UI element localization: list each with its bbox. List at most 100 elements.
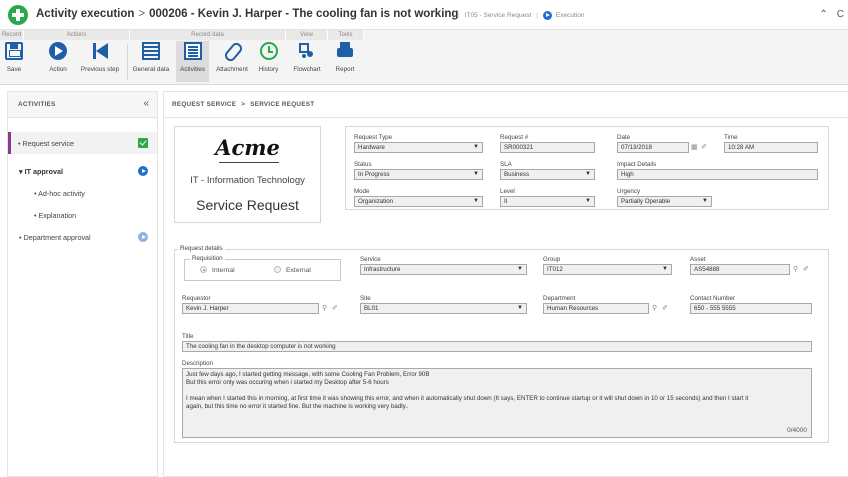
activities-panel: ACTIVITIES « • Request service ▾ IT appr… bbox=[7, 91, 158, 477]
group-select[interactable]: IT012 bbox=[543, 264, 672, 275]
sla-label: SLA bbox=[500, 161, 512, 168]
contact-number-input[interactable]: 650 - 555 5555 bbox=[690, 303, 812, 314]
collapse-up-icon[interactable]: ⌃ bbox=[819, 9, 827, 20]
requestor-input[interactable]: Kevin J. Harper bbox=[182, 303, 319, 314]
report-button[interactable]: Report bbox=[331, 42, 359, 73]
status-select[interactable]: In Progress bbox=[354, 169, 483, 180]
title-input[interactable]: The cooling fan in the desktop computer … bbox=[182, 341, 812, 352]
site-select[interactable]: BL01 bbox=[360, 303, 527, 314]
description-textarea[interactable]: Just few days ago, I started getting mes… bbox=[182, 368, 812, 438]
impact-details-field: Impact Details High bbox=[617, 161, 818, 180]
asset-edit-icon[interactable]: ✐ bbox=[803, 265, 809, 273]
level-select[interactable]: II bbox=[500, 196, 595, 207]
activity-label: • Request service bbox=[18, 139, 75, 148]
description-line: again, but this time no error it started… bbox=[186, 403, 409, 410]
description-line: Just few days ago, I started getting mes… bbox=[186, 371, 430, 378]
department-input[interactable]: Human Resources bbox=[543, 303, 649, 314]
request-type-field: Request Type Hardware bbox=[354, 134, 483, 153]
flowchart-button[interactable]: Flowchart bbox=[289, 42, 325, 73]
process-name: IT05 - Service Request bbox=[464, 12, 532, 19]
activity-label: ▾ IT approval bbox=[19, 167, 63, 176]
sla-field: SLA Business bbox=[500, 161, 595, 180]
requestor-field: Requestor Kevin J. Harper bbox=[182, 295, 319, 314]
impact-details-input[interactable]: High bbox=[617, 169, 818, 180]
site-label: Site bbox=[360, 295, 371, 302]
attachment-icon bbox=[223, 42, 241, 60]
date-input[interactable]: 07/13/2018 bbox=[617, 142, 689, 153]
report-icon bbox=[336, 42, 354, 60]
request-type-select[interactable]: Hardware bbox=[354, 142, 483, 153]
status-field: Status In Progress bbox=[354, 161, 483, 180]
request-number-field: Request # SR000321 bbox=[500, 134, 595, 153]
stage-separator: | bbox=[536, 12, 538, 19]
urgency-select[interactable]: Partially Operable bbox=[617, 196, 712, 207]
group-record-data: Record data bbox=[130, 30, 286, 40]
activity-ad-hoc[interactable]: • Ad-hoc activity bbox=[8, 182, 157, 204]
sla-select[interactable]: Business bbox=[500, 169, 595, 180]
collapse-panel-icon[interactable]: « bbox=[143, 98, 149, 109]
activities-panel-header: ACTIVITIES « bbox=[8, 92, 157, 118]
activities-icon bbox=[183, 42, 202, 60]
title-field: Title The cooling fan in the desktop com… bbox=[182, 333, 812, 352]
calendar-icon[interactable]: ▦ bbox=[691, 143, 698, 151]
department-edit-icon[interactable]: ✐ bbox=[662, 304, 668, 312]
save-button[interactable]: Save bbox=[2, 42, 26, 73]
activity-label: • Explanation bbox=[34, 211, 77, 220]
general-data-icon bbox=[142, 42, 160, 60]
activity-it-approval[interactable]: ▾ IT approval bbox=[8, 160, 157, 182]
impact-details-label: Impact Details bbox=[617, 161, 657, 168]
request-number-input[interactable]: SR000321 bbox=[500, 142, 595, 153]
requestor-edit-icon[interactable]: ✐ bbox=[332, 304, 338, 312]
mode-select[interactable]: Organization bbox=[354, 196, 483, 207]
contact-number-label: Contact Number bbox=[690, 295, 736, 302]
save-icon bbox=[5, 42, 23, 60]
history-button[interactable]: History bbox=[254, 42, 283, 73]
breadcrumb-request-service[interactable]: REQUEST SERVICE bbox=[172, 101, 236, 108]
description-label: Description bbox=[182, 360, 213, 367]
group-record: Record bbox=[0, 30, 24, 40]
service-select[interactable]: Infrastructure bbox=[360, 264, 527, 275]
clear-date-icon[interactable]: ✐ bbox=[701, 143, 707, 151]
general-data-button[interactable]: General data bbox=[132, 42, 170, 73]
request-details-legend: Request details bbox=[178, 245, 225, 252]
activity-explanation[interactable]: • Explanation bbox=[8, 204, 157, 226]
time-input[interactable]: 10:28 AM bbox=[724, 142, 818, 153]
activity-request-service[interactable]: • Request service bbox=[8, 132, 157, 154]
internal-radio[interactable]: Internal bbox=[200, 266, 235, 274]
attachment-label: Attachment bbox=[216, 66, 248, 73]
description-line: I mean when I started this in morning, a… bbox=[186, 395, 749, 402]
department-search-icon[interactable]: ⚲ bbox=[652, 304, 657, 312]
breadcrumb-service-request: SERVICE REQUEST bbox=[250, 101, 315, 108]
attachment-button[interactable]: Attachment bbox=[214, 42, 250, 73]
level-label: Level bbox=[500, 188, 515, 195]
acme-logo: Acme bbox=[215, 135, 280, 160]
process-info: | IT05 - Service Request | Execution bbox=[453, 11, 584, 20]
activity-department-approval[interactable]: • Department approval bbox=[8, 226, 157, 248]
external-radio[interactable]: External bbox=[274, 266, 311, 274]
action-button[interactable]: Action bbox=[43, 42, 73, 73]
service-field: Service Infrastructure bbox=[360, 256, 527, 275]
urgency-field: Urgency Partially Operable bbox=[617, 188, 712, 207]
title-label: Title bbox=[182, 333, 194, 340]
running-status-icon bbox=[138, 166, 148, 176]
breadcrumb: REQUEST SERVICE > SERVICE REQUEST bbox=[172, 101, 314, 108]
stage-name: Execution bbox=[555, 12, 585, 19]
refresh-icon[interactable]: C bbox=[837, 9, 844, 20]
title-bar: Activity execution >000206 - Kevin J. Har… bbox=[0, 0, 848, 30]
group-actions: Actions bbox=[24, 30, 130, 40]
ribbon-divider bbox=[127, 44, 128, 80]
activity-label: • Ad-hoc activity bbox=[34, 189, 85, 198]
contact-number-field: Contact Number 650 - 555 5555 bbox=[690, 295, 812, 314]
history-icon bbox=[259, 42, 278, 60]
time-field: Time 10:28 AM bbox=[724, 134, 818, 153]
previous-step-button[interactable]: Previous step bbox=[78, 42, 122, 73]
previous-step-label: Previous step bbox=[80, 66, 120, 73]
asset-search-icon[interactable]: ⚲ bbox=[793, 265, 798, 273]
asset-input[interactable]: AS54888 bbox=[690, 264, 790, 275]
activities-button[interactable]: Activities bbox=[176, 41, 209, 82]
group-field: Group IT012 bbox=[543, 256, 672, 275]
requestor-search-icon[interactable]: ⚲ bbox=[322, 304, 327, 312]
department-label: Department bbox=[543, 295, 576, 302]
save-label: Save bbox=[6, 66, 22, 73]
app-name: Activity execution bbox=[36, 8, 135, 20]
